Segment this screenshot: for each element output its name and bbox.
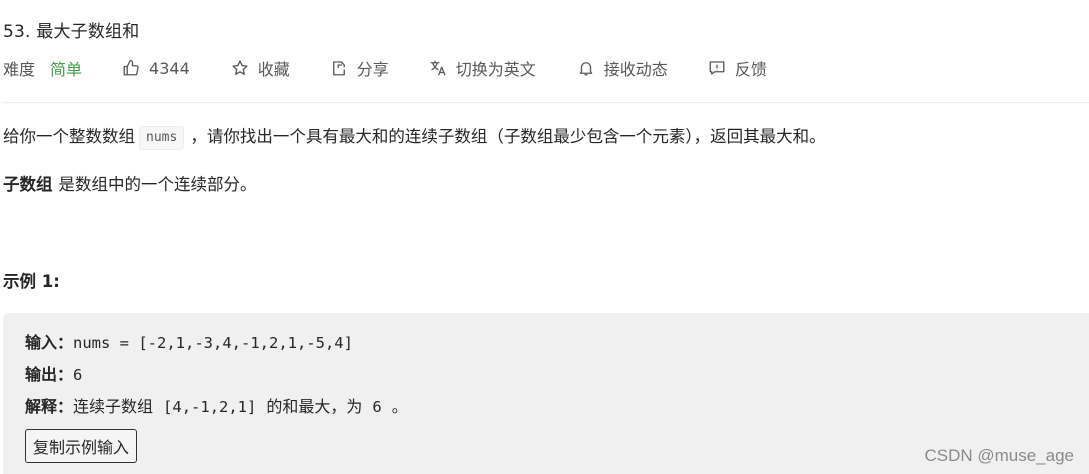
output-label: 输出： — [25, 365, 74, 384]
divider — [3, 102, 1089, 103]
description-text: ，请你找出一个具有最大和的连续子数组（子数组最少包含一个元素），返回其最大和。 — [190, 127, 826, 146]
example-title: 示例 1: — [3, 272, 60, 291]
feedback-label: 反馈 — [734, 60, 767, 79]
notify-label: 接收动态 — [603, 60, 668, 79]
notify-button[interactable]: 接收动态 — [576, 56, 668, 80]
output-value: 6 — [73, 366, 83, 384]
input-value: nums = [-2,1,-3,4,-1,2,1,-5,4] — [73, 334, 353, 352]
explanation-code: [4,-1,2,1] — [163, 398, 257, 416]
share-icon — [329, 58, 349, 78]
subarray-term: 子数组 — [3, 175, 53, 194]
explanation-text: 连续子数组 — [73, 397, 154, 416]
subarray-definition: 子数组 是数组中的一个连续部分。 — [3, 172, 257, 198]
problem-page: 53. 最大子数组和 难度 简单 4344 收藏 分享 切换为英文 接收动态 反… — [0, 0, 1089, 474]
bell-icon — [576, 58, 596, 78]
explanation-label: 解释： — [25, 397, 74, 416]
difficulty-badge: 简单 — [50, 60, 83, 79]
star-icon — [230, 58, 250, 78]
switch-language-label: 切换为英文 — [455, 60, 536, 79]
inline-code-nums: nums — [139, 126, 185, 150]
example-explanation-line: 解释：连续子数组 [4,-1,2,1] 的和最大，为 6 。 — [25, 396, 408, 418]
example-output-line: 输出：6 — [25, 364, 82, 386]
problem-meta-bar: 难度 简单 4344 收藏 分享 切换为英文 接收动态 反馈 — [3, 56, 767, 80]
like-count: 4344 — [149, 58, 190, 78]
subarray-text: 是数组中的一个连续部分。 — [58, 175, 257, 194]
feedback-button[interactable]: 反馈 — [707, 56, 767, 80]
problem-description: 给你一个整数数组 nums ，请你找出一个具有最大和的连续子数组（子数组最少包含一个… — [3, 124, 1083, 150]
difficulty-label: 难度 — [3, 60, 36, 79]
explanation-text: 。 — [391, 397, 408, 416]
example-input-line: 输入：nums = [-2,1,-3,4,-1,2,1,-5,4] — [25, 332, 353, 354]
problem-title: 53. 最大子数组和 — [3, 22, 140, 42]
input-label: 输入： — [25, 333, 74, 352]
feedback-icon — [707, 58, 727, 78]
favorite-label: 收藏 — [257, 60, 290, 79]
share-button[interactable]: 分享 — [329, 56, 389, 80]
favorite-button[interactable]: 收藏 — [230, 56, 290, 80]
like-button[interactable]: 4344 — [121, 58, 190, 78]
translate-icon — [428, 58, 448, 78]
explanation-code: 6 — [372, 398, 382, 416]
watermark: CSDN @muse_age — [924, 446, 1074, 465]
explanation-text: 的和最大，为 — [266, 397, 363, 416]
share-label: 分享 — [356, 60, 389, 79]
thumbs-up-icon — [121, 58, 141, 78]
copy-example-input-button[interactable]: 复制示例输入 — [25, 429, 138, 463]
description-text: 给你一个整数数组 — [3, 127, 135, 146]
switch-language-button[interactable]: 切换为英文 — [428, 56, 536, 80]
